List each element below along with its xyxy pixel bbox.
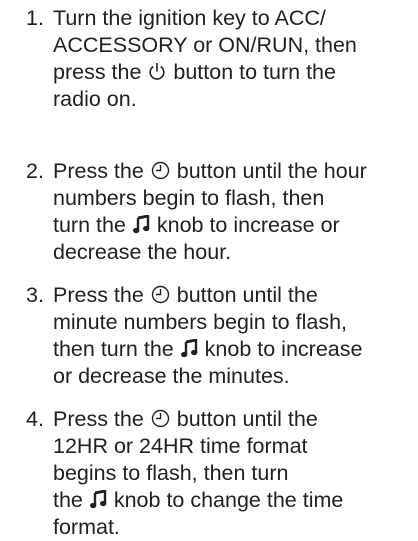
step-line: 12HR or 24HR time format [53, 434, 308, 458]
step-number: 3. [26, 283, 44, 307]
step-line: begins to flash, then turn [53, 461, 289, 485]
step-line: press the button to turn the [53, 60, 336, 84]
step-line: format. [53, 515, 120, 539]
clock-icon [151, 285, 170, 304]
step-line: Turn the ignition key to ACC/ [53, 6, 326, 30]
instructions-document: 1. Turn the ignition key to ACC/ ACCESSO… [0, 0, 418, 540]
step-line: ACCESSORY or ON/RUN, then [53, 33, 357, 57]
step-text: Press the button until the minute number… [53, 282, 415, 390]
step-text: Press the button until the hour numbers … [53, 158, 415, 266]
step-line: or decrease the minutes. [53, 364, 290, 388]
step-line: radio on. [53, 87, 137, 111]
step-line: Press the button until the [53, 283, 318, 307]
step-line: Press the button until the [53, 407, 318, 431]
step-line: turn the knob to increase or [53, 213, 340, 237]
step-number: 2. [26, 159, 44, 183]
music-note-icon [180, 339, 198, 358]
step-text: Turn the ignition key to ACC/ ACCESSORY … [53, 5, 415, 113]
music-note-icon [89, 490, 107, 509]
step-line: numbers begin to flash, then [53, 186, 325, 210]
clock-icon [151, 161, 170, 180]
step-line: then turn the knob to increase [53, 337, 363, 361]
step-line: Press the button until the hour [53, 159, 367, 183]
power-icon [148, 62, 166, 81]
step-line: decrease the hour. [53, 240, 232, 264]
step-number: 4. [26, 407, 44, 431]
clock-icon [151, 409, 170, 428]
music-note-icon [132, 215, 150, 234]
step-line: the knob to change the time [53, 488, 344, 512]
step-number: 1. [26, 6, 44, 30]
step-text: Press the button until the 12HR or 24HR … [53, 406, 415, 541]
step-line: minute numbers begin to flash, [53, 310, 347, 334]
